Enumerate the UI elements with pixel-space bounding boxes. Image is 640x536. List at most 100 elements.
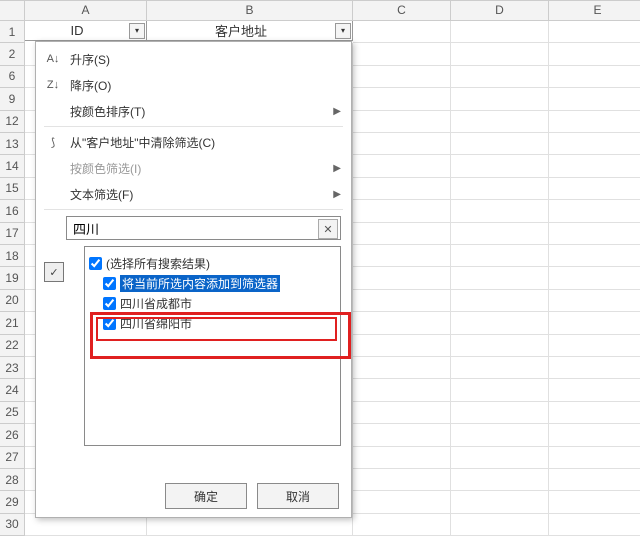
row-header-19[interactable]: 19 <box>0 267 25 289</box>
cell[interactable] <box>549 491 640 513</box>
cell[interactable] <box>549 43 640 65</box>
tree-item-select-all-results[interactable]: (选择所有搜索结果) <box>89 253 336 273</box>
cell[interactable] <box>549 178 640 200</box>
cell[interactable] <box>451 223 549 245</box>
cell[interactable] <box>451 514 549 536</box>
clear-search-button[interactable]: ✕ <box>318 219 338 239</box>
cell[interactable] <box>353 245 451 267</box>
cell[interactable] <box>451 21 549 43</box>
cell[interactable] <box>451 267 549 289</box>
row-header-2[interactable]: 2 <box>0 43 25 65</box>
column-header-e[interactable]: E <box>549 1 640 21</box>
row-header-18[interactable]: 18 <box>0 245 25 267</box>
cell[interactable] <box>549 200 640 222</box>
cell[interactable] <box>549 133 640 155</box>
cell[interactable] <box>549 290 640 312</box>
cancel-button[interactable]: 取消 <box>257 483 339 509</box>
row-header-30[interactable]: 30 <box>0 514 25 536</box>
cell[interactable] <box>353 155 451 177</box>
cell[interactable] <box>353 290 451 312</box>
select-all-toggle[interactable]: ✓ <box>44 262 64 282</box>
cell[interactable] <box>451 447 549 469</box>
row-header-15[interactable]: 15 <box>0 178 25 200</box>
cell[interactable] <box>353 267 451 289</box>
filter-values-tree[interactable]: (选择所有搜索结果) 将当前所选内容添加到筛选器 四川省成都市 四川省绵阳市 <box>84 246 341 446</box>
cell[interactable] <box>451 200 549 222</box>
cell[interactable] <box>549 111 640 133</box>
menu-sort-desc[interactable]: Z↓ 降序(O) <box>36 72 351 98</box>
cell[interactable] <box>549 21 640 43</box>
cell[interactable] <box>353 88 451 110</box>
menu-clear-filter[interactable]: ⟆ 从"客户地址"中清除筛选(C) <box>36 129 351 155</box>
row-header-28[interactable]: 28 <box>0 469 25 491</box>
row-header-20[interactable]: 20 <box>0 290 25 312</box>
checkbox-all-results[interactable] <box>89 257 102 270</box>
cell[interactable] <box>451 379 549 401</box>
cell[interactable] <box>353 424 451 446</box>
tree-item-add-to-filter[interactable]: 将当前所选内容添加到筛选器 <box>103 273 336 293</box>
cell[interactable] <box>353 43 451 65</box>
row-header-17[interactable]: 17 <box>0 223 25 245</box>
cell[interactable] <box>451 312 549 334</box>
cell[interactable] <box>353 491 451 513</box>
cell[interactable] <box>549 424 640 446</box>
row-header-22[interactable]: 22 <box>0 335 25 357</box>
filter-dropdown-a[interactable]: ▾ <box>129 23 145 39</box>
cell[interactable] <box>353 357 451 379</box>
row-header-25[interactable]: 25 <box>0 402 25 424</box>
cell[interactable] <box>549 357 640 379</box>
row-header-6[interactable]: 6 <box>0 66 25 88</box>
checkbox-add-to-filter[interactable] <box>103 277 116 290</box>
cell[interactable] <box>549 245 640 267</box>
cell[interactable] <box>353 66 451 88</box>
cell[interactable] <box>353 21 451 43</box>
cell[interactable] <box>549 379 640 401</box>
cell[interactable] <box>451 335 549 357</box>
row-header-24[interactable]: 24 <box>0 379 25 401</box>
ok-button[interactable]: 确定 <box>165 483 247 509</box>
cell[interactable] <box>353 469 451 491</box>
column-header-a[interactable]: A <box>25 1 147 21</box>
cell[interactable] <box>353 133 451 155</box>
cell[interactable] <box>353 200 451 222</box>
cell[interactable] <box>549 469 640 491</box>
menu-sort-color[interactable]: 按颜色排序(T) ▶ <box>36 98 351 124</box>
column-header-c[interactable]: C <box>353 1 451 21</box>
cell[interactable] <box>353 514 451 536</box>
cell[interactable] <box>451 43 549 65</box>
cell[interactable] <box>549 312 640 334</box>
row-header-12[interactable]: 12 <box>0 111 25 133</box>
cell[interactable] <box>549 88 640 110</box>
cell-b1[interactable]: 客户地址 ▾ <box>147 21 353 41</box>
tree-item-value-2[interactable]: 四川省绵阳市 <box>103 313 336 333</box>
row-header-29[interactable]: 29 <box>0 491 25 513</box>
cell[interactable] <box>549 335 640 357</box>
row-header-13[interactable]: 13 <box>0 133 25 155</box>
cell[interactable] <box>451 66 549 88</box>
row-header-16[interactable]: 16 <box>0 200 25 222</box>
cell[interactable] <box>549 155 640 177</box>
cell[interactable] <box>451 357 549 379</box>
cell[interactable] <box>451 133 549 155</box>
cell[interactable] <box>353 178 451 200</box>
cell[interactable] <box>451 424 549 446</box>
cell[interactable] <box>549 514 640 536</box>
cell[interactable] <box>451 491 549 513</box>
menu-sort-asc[interactable]: A↓ 升序(S) <box>36 46 351 72</box>
select-all-corner[interactable] <box>0 1 25 21</box>
row-header-14[interactable]: 14 <box>0 155 25 177</box>
menu-text-filter[interactable]: 文本筛选(F) ▶ <box>36 181 351 207</box>
row-header-9[interactable]: 9 <box>0 88 25 110</box>
column-header-b[interactable]: B <box>147 1 353 21</box>
cell[interactable] <box>549 402 640 424</box>
cell[interactable] <box>549 267 640 289</box>
cell[interactable] <box>549 223 640 245</box>
cell[interactable] <box>451 155 549 177</box>
cell[interactable] <box>451 290 549 312</box>
cell[interactable] <box>353 111 451 133</box>
cell[interactable] <box>353 223 451 245</box>
cell[interactable] <box>451 245 549 267</box>
cell[interactable] <box>353 447 451 469</box>
filter-search-input[interactable] <box>66 216 341 240</box>
cell-a1[interactable]: ID ▾ <box>25 21 147 41</box>
